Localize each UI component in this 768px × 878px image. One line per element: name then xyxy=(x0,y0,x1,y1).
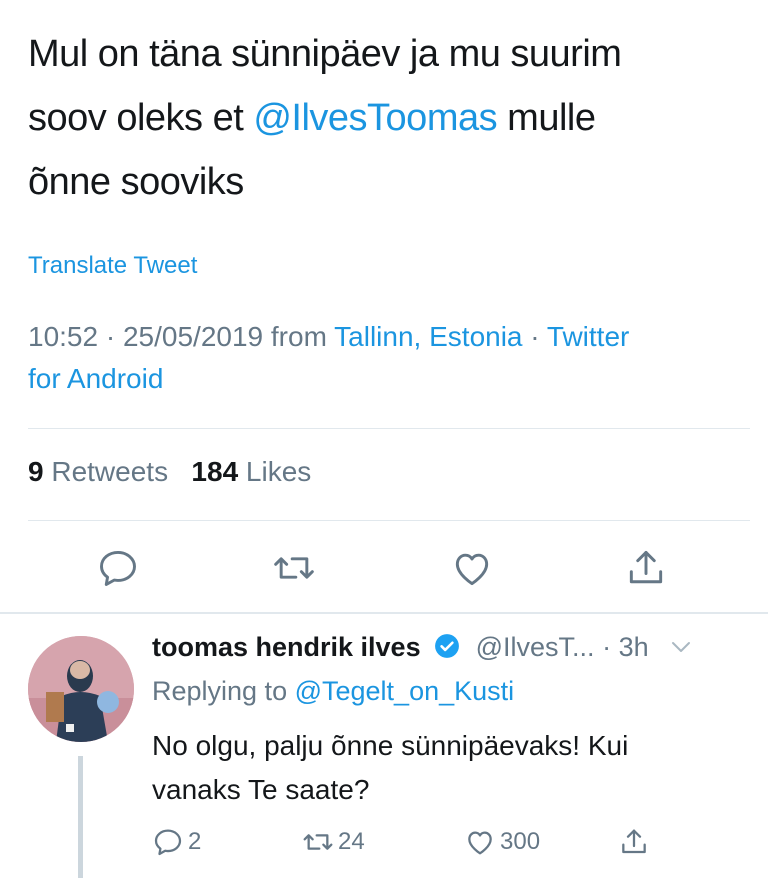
thread-line xyxy=(78,756,83,878)
tweet-action-bar xyxy=(0,540,768,600)
reply-author-name[interactable]: toomas hendrik ilves xyxy=(152,632,421,662)
replying-to: Replying to @Tegelt_on_Kusti xyxy=(152,676,514,707)
from-label: from xyxy=(263,321,335,352)
reply-author-handle[interactable]: @IlvesT... xyxy=(476,632,595,662)
likes-stat[interactable]: 184 Likes xyxy=(191,456,311,487)
reply-share-button[interactable] xyxy=(618,826,654,858)
retweet-icon xyxy=(303,834,333,850)
tweet-date: 25/05/2019 xyxy=(122,321,264,352)
reply-like-button[interactable]: 300 xyxy=(464,826,540,858)
reply-icon xyxy=(154,829,182,856)
separator: · xyxy=(522,321,547,352)
retweet-icon[interactable] xyxy=(272,546,316,590)
share-icon[interactable] xyxy=(624,546,668,590)
verified-badge-icon xyxy=(435,634,460,658)
avatar[interactable] xyxy=(28,636,134,742)
replying-handle-link[interactable]: @Tegelt_on_Kusti xyxy=(295,676,515,706)
separator: · xyxy=(98,321,123,352)
heart-icon xyxy=(468,831,492,855)
tweet-text: Mul on täna sünnipäev ja mu suurim soov … xyxy=(28,22,728,214)
source-link-part: Twitter xyxy=(546,321,630,352)
tweet-metadata: 10:52 · 25/05/2019 from Tallinn, Estonia… xyxy=(28,316,738,400)
reply-icon[interactable] xyxy=(96,546,140,590)
tweet-stats: 9 Retweets 184 Likes xyxy=(28,456,311,488)
likes-count: 184 xyxy=(191,456,239,487)
share-icon xyxy=(622,829,646,854)
divider xyxy=(28,428,750,429)
replying-label: Replying to xyxy=(152,676,295,706)
reply-text-line-2: vanaks Te saate? xyxy=(152,774,370,805)
translate-tweet-link[interactable]: Translate Tweet xyxy=(28,252,197,280)
reply-text: No olgu, palju õnne sünnipäevaks! Kui va… xyxy=(152,724,732,812)
retweets-count: 9 xyxy=(28,456,44,487)
tweet-text-segment: soov oleks et xyxy=(28,97,254,139)
tweet-text-line-1: Mul on täna sünnipäev ja mu suurim xyxy=(28,33,622,75)
retweets-stat[interactable]: 9 Retweets xyxy=(28,456,168,487)
retweets-label: Retweets xyxy=(43,456,169,487)
retweet-count: 24 xyxy=(338,828,365,855)
reply-count: 2 xyxy=(188,828,202,855)
tweet-text-segment: mulle xyxy=(497,97,596,139)
avatar-image xyxy=(28,636,134,742)
reply-retweet-button[interactable]: 24 xyxy=(302,826,365,858)
location-link[interactable]: Tallinn, Estonia xyxy=(334,321,522,352)
divider xyxy=(0,612,768,614)
chevron-down-icon[interactable] xyxy=(670,640,692,654)
tweet-time: 10:52 xyxy=(28,321,99,352)
reply-reply-button[interactable]: 2 xyxy=(152,826,201,858)
mention-link[interactable]: @IlvesToomas xyxy=(253,97,497,139)
tweet-text-line-3: õnne sooviks xyxy=(28,161,244,203)
likes-label: Likes xyxy=(238,456,312,487)
reply-text-line-1: No olgu, palju õnne sünnipäevaks! Kui xyxy=(152,730,629,761)
reply-time: · 3h xyxy=(602,632,649,662)
reply-action-bar: 2 24 300 xyxy=(152,826,752,866)
source-link-part: for Android xyxy=(28,363,164,394)
like-count: 300 xyxy=(500,828,541,855)
tweet-text-line-2: soov oleks et @IlvesToomas mulle xyxy=(28,86,728,150)
heart-icon[interactable] xyxy=(450,546,494,590)
reply-header: toomas hendrik ilves @IlvesT... · 3h xyxy=(152,632,752,663)
divider xyxy=(28,520,750,521)
